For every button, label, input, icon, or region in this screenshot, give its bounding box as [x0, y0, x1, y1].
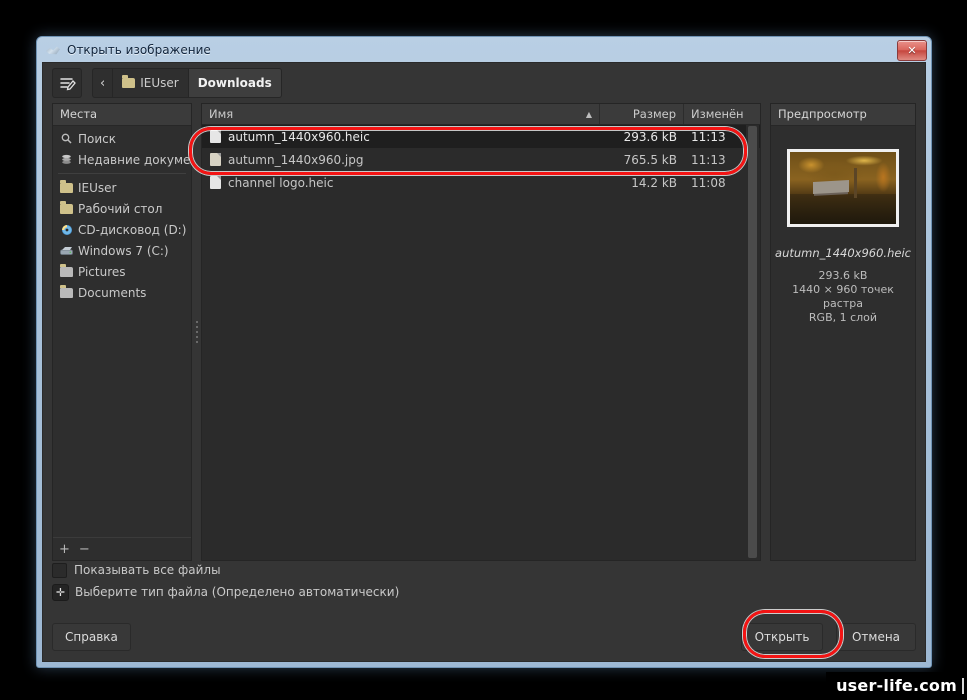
sidebar-item-recent-documents[interactable]: Недавние докумен...	[53, 149, 191, 170]
edit-path-icon	[59, 77, 76, 90]
table-row[interactable]: channel logo.heic 14.2 kB 11:08	[202, 171, 760, 194]
places-header: Места	[53, 104, 191, 126]
window-title: Открыть изображение	[67, 43, 211, 57]
sidebar-item-cd-drive[interactable]: CD-дисковод (D:) ...	[53, 219, 191, 240]
cancel-button[interactable]: Отмена	[836, 623, 916, 651]
places-list: Поиск Недавние докумен... IEUser	[53, 126, 191, 537]
sidebar-item-label: CD-дисковод (D:) ...	[78, 222, 191, 237]
remove-bookmark-button[interactable]: −	[79, 543, 90, 556]
file-name-label: autumn_1440x960.jpg	[228, 152, 364, 167]
preview-colormode: RGB, 1 слой	[808, 311, 878, 324]
table-row[interactable]: autumn_1440x960.heic 293.6 kB 11:13	[202, 125, 760, 148]
sidebar-item-ieuser[interactable]: IEUser	[53, 177, 191, 198]
gimp-wilber-icon	[45, 42, 61, 58]
file-list-rows: autumn_1440x960.heic 293.6 kB 11:13 autu…	[202, 125, 760, 560]
folder-icon	[59, 284, 74, 298]
expander-plus-icon[interactable]: ✛	[52, 583, 69, 601]
sidebar-item-windows-drive[interactable]: Windows 7 (C:)	[53, 240, 191, 261]
add-bookmark-button[interactable]: +	[59, 543, 70, 556]
preview-filename: autumn_1440x960.heic	[775, 246, 911, 260]
column-header-name[interactable]: Имя ▲	[202, 104, 600, 124]
show-all-files-checkbox[interactable]	[52, 562, 67, 578]
hard-disk-icon	[59, 246, 74, 256]
column-header-size[interactable]: Размер	[600, 104, 684, 124]
folder-icon	[59, 263, 74, 277]
sidebar-item-label: Недавние докумен...	[78, 152, 191, 167]
path-back-button[interactable]: ‹	[93, 69, 114, 97]
sidebar-item-label: Pictures	[78, 264, 126, 279]
search-icon	[59, 133, 74, 144]
recent-documents-icon	[59, 154, 74, 165]
folder-icon	[59, 179, 74, 193]
places-sidebar: Места Поиск Недавние докуме IEUser Рабоч…	[52, 103, 192, 561]
path-segment-downloads[interactable]: Downloads	[188, 69, 281, 97]
places-footer: + −	[53, 537, 191, 560]
sidebar-item-desktop[interactable]: Рабочий стол	[53, 198, 191, 219]
scrollbar-thumb[interactable]	[748, 126, 757, 558]
preview-pane: Предпросмотр autumn_1440x960.heic 293.6 …	[770, 103, 916, 561]
select-file-type-row[interactable]: ✛ Выберите тип файла (Определено автомат…	[52, 581, 916, 603]
file-list-scrollbar[interactable]	[746, 125, 759, 559]
sidebar-item-search[interactable]: Поиск	[53, 128, 191, 149]
path-breadcrumb-bar: ‹ IEUser Downloads	[92, 68, 282, 98]
file-name-cell: autumn_1440x960.jpg	[202, 153, 600, 167]
file-icon	[210, 176, 221, 189]
file-size-cell: 14.2 kB	[631, 175, 677, 190]
path-segment-ieuser[interactable]: IEUser	[113, 69, 189, 97]
close-icon: ✕	[907, 44, 917, 57]
sidebar-divider	[58, 173, 186, 174]
file-name-cell: channel logo.heic	[202, 176, 600, 190]
dialog-main-area: Места Поиск Недавние докуме IEUser Рабоч…	[52, 103, 916, 561]
sidebar-item-label: IEUser	[78, 180, 117, 195]
file-size-cell: 765.5 kB	[623, 152, 677, 167]
preview-metadata: 293.6 kB 1440 × 960 точек растра RGB, 1 …	[771, 269, 915, 325]
file-size-cell: 293.6 kB	[623, 129, 677, 144]
screenshot-root: Открыть изображение ✕ ‹ IEUser Downloads…	[0, 0, 967, 700]
dialog-options: Показывать все файлы ✛ Выберите тип файл…	[52, 559, 916, 603]
window-titlebar[interactable]: Открыть изображение	[37, 37, 931, 63]
show-all-files-label: Показывать все файлы	[74, 563, 221, 577]
help-button[interactable]: Справка	[52, 623, 131, 651]
open-button[interactable]: Открыть	[741, 623, 823, 651]
show-all-files-row[interactable]: Показывать все файлы	[52, 559, 916, 581]
sidebar-item-label: Рабочий стол	[78, 201, 163, 216]
preview-header: Предпросмотр	[771, 104, 915, 126]
preview-dimensions: 1440 × 960 точек растра	[792, 283, 894, 310]
dialog-action-bar: Справка Открыть Отмена	[52, 621, 916, 653]
create-folder-button[interactable]	[52, 68, 82, 98]
select-file-type-label: Выберите тип файла (Определено автоматич…	[75, 585, 400, 599]
sidebar-item-documents[interactable]: Documents	[53, 282, 191, 303]
table-row[interactable]: autumn_1440x960.jpg 765.5 kB 11:13	[202, 148, 760, 171]
file-name-label: channel logo.heic	[228, 175, 334, 190]
file-icon	[210, 130, 221, 143]
folder-icon	[59, 200, 74, 214]
folder-icon	[122, 75, 136, 88]
sidebar-item-label: Windows 7 (C:)	[78, 243, 169, 258]
open-image-dialog-window: Открыть изображение ✕ ‹ IEUser Downloads…	[36, 36, 932, 668]
cd-drive-icon	[59, 224, 74, 236]
sort-ascending-icon: ▲	[585, 109, 592, 119]
watermark-text: user-life.com	[836, 676, 957, 695]
preview-thumbnail	[787, 149, 899, 227]
sidebar-item-pictures[interactable]: Pictures	[53, 261, 191, 282]
sidebar-item-label: Поиск	[78, 131, 117, 146]
dialog-body: ‹ IEUser Downloads Места Поиск Недавние …	[42, 62, 926, 662]
preview-filesize: 293.6 kB	[818, 269, 868, 282]
watermark: user-life.com	[826, 672, 967, 700]
file-name-label: autumn_1440x960.heic	[228, 129, 370, 144]
pane-splitter[interactable]	[192, 103, 201, 561]
sidebar-item-label: Documents	[78, 285, 147, 300]
file-list-pane: Имя ▲ Размер Изменён autumn_1440x960.hei…	[201, 103, 761, 561]
file-name-cell: autumn_1440x960.heic	[202, 130, 600, 144]
column-header-name-label: Имя	[209, 107, 234, 121]
path-segment-label: IEUser	[140, 76, 179, 90]
image-file-icon	[210, 153, 221, 166]
close-button[interactable]: ✕	[897, 40, 927, 61]
dialog-toolbar: ‹ IEUser Downloads	[43, 63, 925, 103]
column-header-modified[interactable]: Изменён	[684, 104, 760, 124]
file-list-header: Имя ▲ Размер Изменён	[202, 104, 760, 125]
